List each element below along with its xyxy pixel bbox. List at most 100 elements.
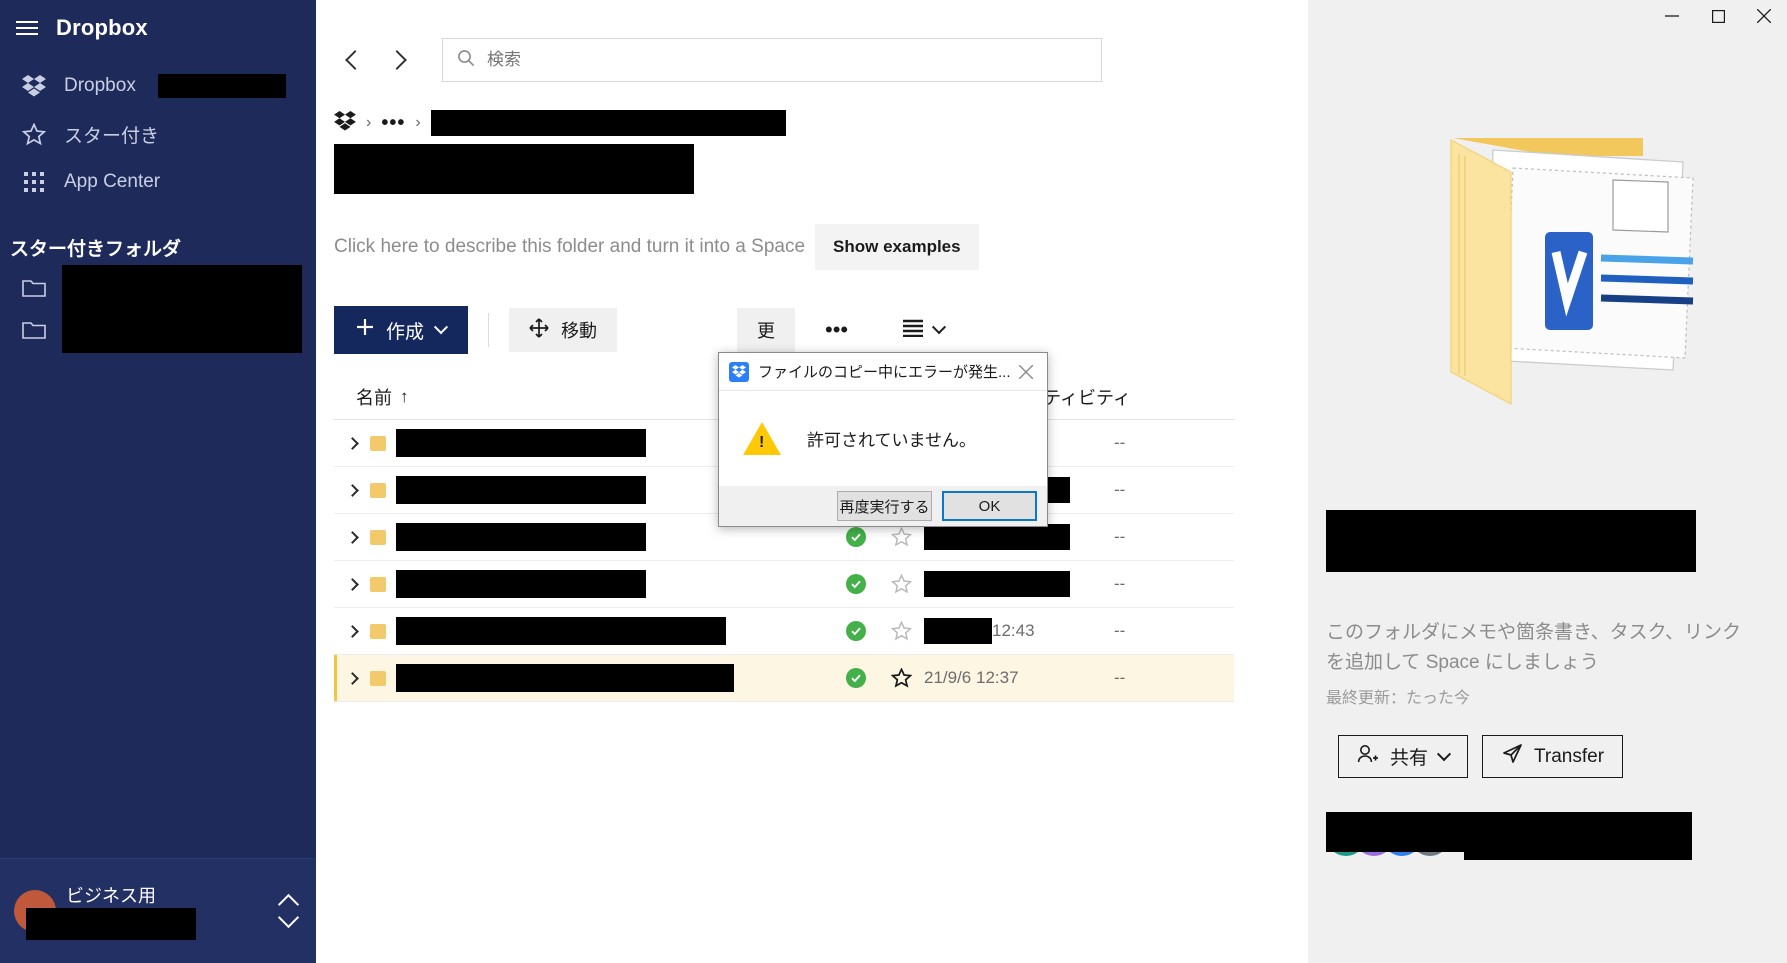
dialog-body: ! 許可されていません。	[719, 391, 1047, 486]
panel-title	[1326, 510, 1696, 572]
sidebar-item-label: App Center	[64, 171, 161, 192]
column-header-name-label: 名前	[356, 387, 392, 408]
sidebar-brand: Dropbox	[56, 15, 148, 40]
panel-description[interactable]: このフォルダにメモや箇条書き、タスク、リンクを追加して Space にしましょう	[1326, 618, 1756, 678]
recent-activity-cell: --	[1114, 433, 1126, 452]
describe-folder-row: Click here to describe this folder and t…	[334, 224, 1308, 270]
file-name-cell	[396, 570, 834, 598]
breadcrumb: › ••• ›	[334, 110, 1308, 136]
synced-check-icon	[846, 621, 866, 641]
chevron-left-icon[interactable]	[334, 39, 376, 81]
show-examples-button[interactable]: Show examples	[815, 224, 979, 270]
stepper-icon[interactable]	[276, 894, 302, 928]
error-dialog: ファイルのコピー中にエラーが発生... ! 許可されていません。 再度実行する …	[718, 352, 1048, 527]
star-toggle[interactable]	[878, 668, 924, 688]
sync-status-cell	[834, 668, 878, 688]
redacted-text	[1326, 812, 1486, 852]
more-options-button[interactable]: •••	[811, 308, 862, 352]
table-row[interactable]: 12:43 --	[334, 608, 1234, 655]
close-icon[interactable]	[1011, 357, 1041, 387]
search-box[interactable]	[442, 38, 1102, 82]
search-icon	[457, 49, 475, 72]
table-row[interactable]: --	[334, 561, 1234, 608]
last-updated-text: 最終更新：たった今	[1326, 690, 1471, 707]
move-button[interactable]: 移動	[509, 308, 618, 352]
sidebar-item-starred[interactable]: スター付き	[0, 110, 316, 158]
close-button[interactable]	[1741, 0, 1787, 32]
sidebar-item-app-center[interactable]: App Center	[0, 158, 316, 206]
folder-icon	[370, 623, 396, 639]
breadcrumb-ellipsis[interactable]: •••	[381, 112, 405, 135]
dialog-title-text: ファイルのコピー中にエラーが発生...	[758, 364, 1011, 381]
recent-activity-cell: --	[1114, 668, 1126, 687]
redacted-text	[924, 571, 1070, 597]
grid-icon	[20, 168, 48, 196]
list-view-icon	[902, 319, 924, 342]
folder-icon	[370, 576, 396, 592]
recent-activity-cell: --	[1114, 527, 1126, 546]
hamburger-icon[interactable]	[16, 20, 38, 36]
sync-status-cell	[834, 574, 878, 594]
ok-button[interactable]: OK	[942, 491, 1037, 521]
sidebar-folder-item[interactable]	[0, 307, 316, 353]
sidebar-item-label: スター付き	[64, 125, 160, 147]
modified-date-text: 12:43	[992, 621, 1035, 640]
modified-date-cell	[924, 524, 1114, 550]
dialog-title-bar[interactable]: ファイルのコピー中にエラーが発生...	[719, 353, 1047, 391]
minimize-button[interactable]	[1649, 0, 1695, 32]
chevron-right-icon[interactable]	[334, 671, 370, 685]
create-button[interactable]: 作成	[334, 306, 469, 354]
sync-status-cell	[834, 527, 878, 547]
star-toggle[interactable]	[878, 527, 924, 547]
retry-button[interactable]: 再度実行する	[837, 491, 932, 521]
redacted-text	[62, 307, 302, 353]
describe-folder-text[interactable]: Click here to describe this folder and t…	[334, 236, 805, 258]
toolbar-divider	[488, 313, 490, 347]
dropbox-icon[interactable]	[334, 110, 356, 136]
account-name: ビジネス用	[66, 886, 156, 906]
account-switcher[interactable]: ビジネス用	[0, 858, 316, 963]
search-input[interactable]	[487, 50, 1087, 70]
recent-activity-cell: --	[1114, 621, 1126, 640]
star-toggle[interactable]	[878, 621, 924, 641]
dropbox-icon	[729, 361, 749, 382]
chevron-right-icon[interactable]	[334, 577, 370, 591]
sidebar-folder-item[interactable]	[0, 265, 316, 311]
chevron-down-icon	[932, 320, 947, 335]
share-button-label: 共有	[1390, 748, 1429, 769]
chevron-right-icon[interactable]	[334, 624, 370, 638]
star-toggle[interactable]	[878, 574, 924, 594]
plus-icon	[356, 318, 374, 342]
transfer-button[interactable]: Transfer	[1482, 735, 1624, 778]
chevron-right-icon[interactable]	[376, 39, 418, 81]
toolbar: 作成 移動 更 •••	[334, 306, 1308, 354]
synced-check-icon	[846, 527, 866, 547]
redacted-text	[26, 908, 196, 940]
sync-status-cell	[834, 621, 878, 641]
folder-icon	[370, 435, 396, 451]
redacted-text	[396, 476, 646, 504]
transfer-button-label: Transfer	[1534, 745, 1605, 767]
sidebar-item-dropbox[interactable]: Dropbox	[0, 62, 316, 110]
chevron-right-icon[interactable]	[334, 436, 370, 450]
share-button[interactable]: 共有	[1338, 735, 1469, 778]
move-button-label: 移動	[561, 321, 598, 341]
move-arrows-icon	[529, 317, 549, 343]
redacted-text	[396, 523, 646, 551]
table-row[interactable]: 21/9/6 12:37 --	[334, 655, 1234, 702]
file-name-cell	[396, 617, 834, 645]
file-name-cell	[396, 664, 834, 692]
warning-triangle-icon: !	[743, 422, 781, 455]
maximize-button[interactable]	[1695, 0, 1741, 32]
chevron-down-icon	[433, 320, 449, 335]
redacted-text	[924, 524, 1070, 550]
member-avatars[interactable]	[1326, 812, 1692, 860]
folder-icon	[370, 670, 396, 686]
sidebar-item-label: Dropbox	[64, 75, 136, 96]
chevron-right-icon[interactable]	[334, 483, 370, 497]
synced-check-icon	[846, 574, 866, 594]
change-button[interactable]: 更	[737, 308, 796, 352]
sidebar: Dropbox Dropbox スター付き App Center スター付きフォ…	[0, 0, 316, 963]
chevron-right-icon[interactable]	[334, 530, 370, 544]
view-options-button[interactable]	[888, 308, 958, 352]
